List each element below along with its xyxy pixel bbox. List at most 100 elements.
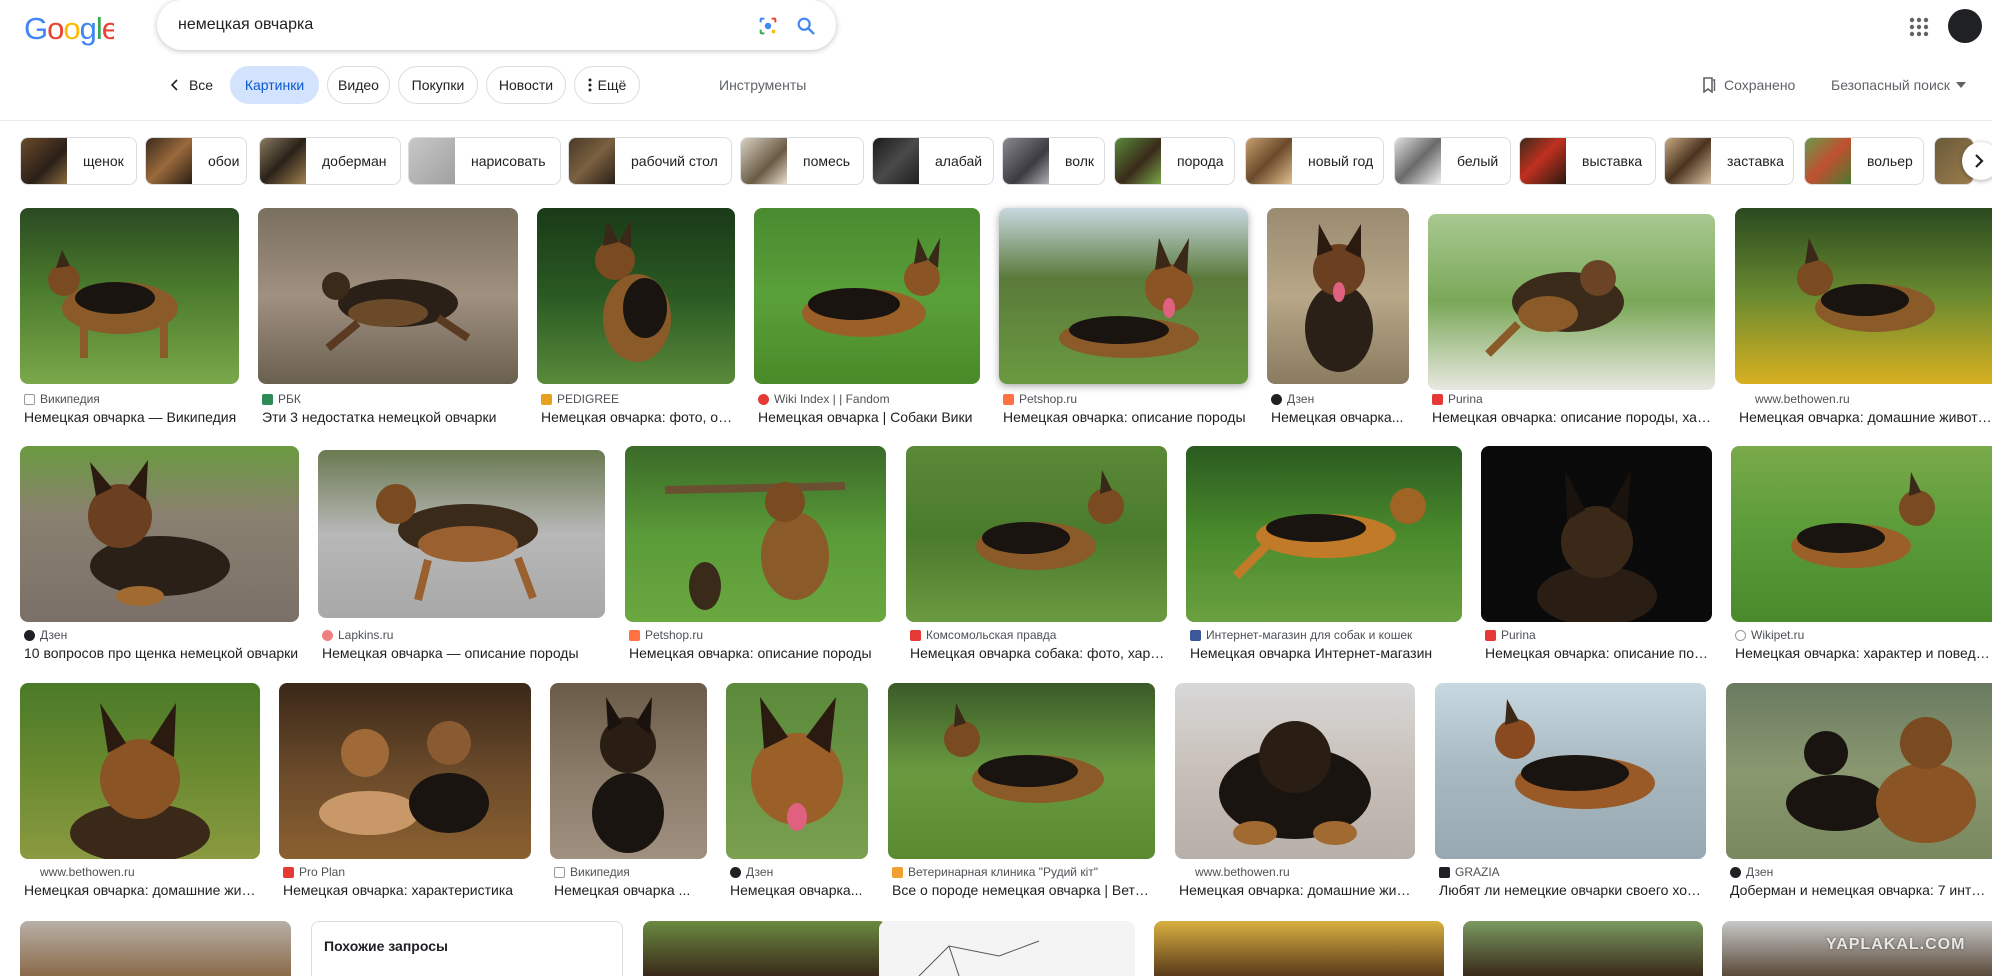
result-image[interactable] — [537, 208, 735, 384]
result-source: www.bethowen.ru — [1195, 865, 1290, 879]
result-image[interactable] — [1428, 214, 1715, 390]
result-image[interactable] — [906, 446, 1167, 622]
result-title[interactable]: Немецкая овчарка... — [730, 882, 868, 898]
result-image[interactable] — [888, 683, 1155, 859]
related-chip[interactable]: обои — [145, 137, 247, 185]
tab-video[interactable]: Видео — [327, 66, 390, 104]
result-image[interactable] — [1267, 208, 1409, 384]
result-image[interactable] — [20, 208, 239, 384]
related-chip[interactable]: волк — [1002, 137, 1105, 185]
result-image[interactable] — [1481, 446, 1712, 622]
chips-next-button[interactable] — [1962, 142, 1992, 180]
dog-photo — [802, 238, 940, 337]
result-image[interactable] — [20, 683, 260, 859]
tab-all[interactable]: Все — [160, 66, 222, 104]
result-image[interactable] — [754, 208, 980, 384]
related-chip[interactable]: выставка — [1519, 137, 1656, 185]
result-image[interactable] — [258, 208, 518, 384]
dog-photo — [1797, 238, 1935, 332]
image-result-partial[interactable] — [1154, 921, 1444, 976]
google-logo[interactable]: Google — [24, 10, 114, 48]
result-title[interactable]: Немецкая овчарка: домашние животные — [24, 882, 260, 898]
related-chip[interactable]: заставка — [1664, 137, 1794, 185]
result-title[interactable]: Немецкая овчарка: фото, описание — [541, 409, 735, 425]
image-result-partial[interactable] — [1463, 921, 1703, 976]
tab-images-label: Картинки — [244, 77, 305, 93]
related-chip[interactable]: щенок — [20, 137, 137, 185]
result-title[interactable]: Любят ли немецкие овчарки своего хозяина — [1439, 882, 1706, 898]
related-chip[interactable]: нарисовать — [408, 137, 561, 185]
result-image[interactable] — [1735, 208, 1992, 384]
image-result-partial[interactable] — [643, 921, 887, 976]
account-avatar[interactable] — [1948, 9, 1982, 43]
result-image[interactable] — [1435, 683, 1706, 859]
related-chip[interactable]: порода — [1114, 137, 1235, 185]
result-title[interactable]: Немецкая овчарка ... — [554, 882, 707, 898]
result-title[interactable]: Эти 3 недостатка немецкой овчарки — [262, 409, 518, 425]
related-chip[interactable]: вольер — [1804, 137, 1924, 185]
dog-photo — [1786, 717, 1976, 843]
result-title[interactable]: Немецкая овчарка: характеристика — [283, 882, 531, 898]
result-image[interactable] — [1726, 683, 1992, 859]
result-source: Википедия — [40, 392, 100, 406]
chip-label: порода — [1177, 153, 1224, 169]
result-image[interactable] — [1175, 683, 1415, 859]
result-title[interactable]: Немецкая овчарка: описание породы — [1003, 409, 1248, 425]
result-source: PEDIGREE — [557, 392, 620, 406]
related-chip[interactable]: новый год — [1245, 137, 1384, 185]
tab-news[interactable]: Новости — [486, 66, 566, 104]
dog-photo — [1495, 699, 1655, 809]
result-title[interactable]: Немецкая овчарка: описание породы — [1485, 645, 1712, 661]
result-title[interactable]: Немецкая овчарка: описание породы — [629, 645, 886, 661]
result-image[interactable] — [625, 446, 886, 622]
result-title[interactable]: Немецкая овчарка — Википедия — [24, 409, 239, 425]
tools-button[interactable]: Инструменты — [719, 77, 806, 93]
search-input[interactable]: немецкая овчарка — [178, 16, 313, 34]
search-icon[interactable] — [795, 15, 817, 37]
result-image[interactable] — [318, 450, 605, 618]
result-title[interactable]: Немецкая овчарка: характер и поведение — [1735, 645, 1992, 661]
result-image[interactable] — [1186, 446, 1462, 622]
saved-button[interactable]: Сохранено — [1702, 77, 1795, 93]
result-title[interactable]: Немецкая овчарка: описание породы, харак… — [1432, 409, 1715, 425]
result-title[interactable]: Немецкая овчарка: домашние животные — [1739, 409, 1992, 425]
related-chip[interactable]: белый — [1394, 137, 1511, 185]
result-title[interactable]: Все о породе немецкая овчарка | Ветерина… — [892, 882, 1155, 898]
result-image[interactable] — [550, 683, 707, 859]
chip-label: белый — [1457, 153, 1499, 169]
tab-images[interactable]: Картинки — [230, 66, 319, 104]
result-image[interactable] — [279, 683, 531, 859]
google-lens-icon[interactable] — [757, 15, 779, 37]
result-title[interactable]: Немецкая овчарка — описание породы — [322, 645, 605, 661]
favicon — [1190, 629, 1201, 641]
apps-grid-icon[interactable] — [1908, 16, 1930, 38]
result-image[interactable] — [726, 683, 868, 859]
result-title[interactable]: 10 вопросов про щенка немецкой овчарки — [24, 645, 299, 661]
related-chip[interactable]: помесь — [740, 137, 864, 185]
favicon — [24, 866, 35, 878]
related-chip[interactable]: алабай — [872, 137, 994, 185]
image-result-partial[interactable] — [20, 921, 291, 976]
result-title[interactable]: Доберман и немецкая овчарка: 7 интересны… — [1730, 882, 1992, 898]
favicon — [1485, 629, 1496, 641]
safesearch-dropdown[interactable]: Безопасный поиск — [1831, 77, 1966, 93]
tab-more[interactable]: Ещё — [574, 66, 640, 104]
result-title[interactable]: Немецкая овчарка собака: фото, характер — [910, 645, 1167, 661]
related-chip[interactable]: рабочий стол — [568, 137, 732, 185]
tab-shopping[interactable]: Покупки — [398, 66, 478, 104]
result-image[interactable] — [999, 208, 1248, 384]
result-title[interactable]: Немецкая овчарка: домашние животные — [1179, 882, 1415, 898]
chip-thumbnail — [1395, 138, 1441, 184]
dog-photo — [751, 697, 843, 831]
favicon — [322, 629, 333, 641]
result-image[interactable] — [1731, 446, 1992, 622]
related-chip[interactable]: доберман — [259, 137, 401, 185]
dog-photo — [976, 470, 1124, 570]
result-title[interactable]: Немецкая овчарка | Собаки Вики — [758, 409, 980, 425]
result-image[interactable] — [20, 446, 299, 622]
search-box[interactable]: немецкая овчарка — [157, 0, 836, 50]
result-title[interactable]: Немецкая овчарка Интернет-магазин — [1190, 645, 1462, 661]
result-title[interactable]: Немецкая овчарка... — [1271, 409, 1409, 425]
tab-shopping-label: Покупки — [411, 77, 465, 93]
image-result-partial[interactable] — [879, 921, 1135, 976]
